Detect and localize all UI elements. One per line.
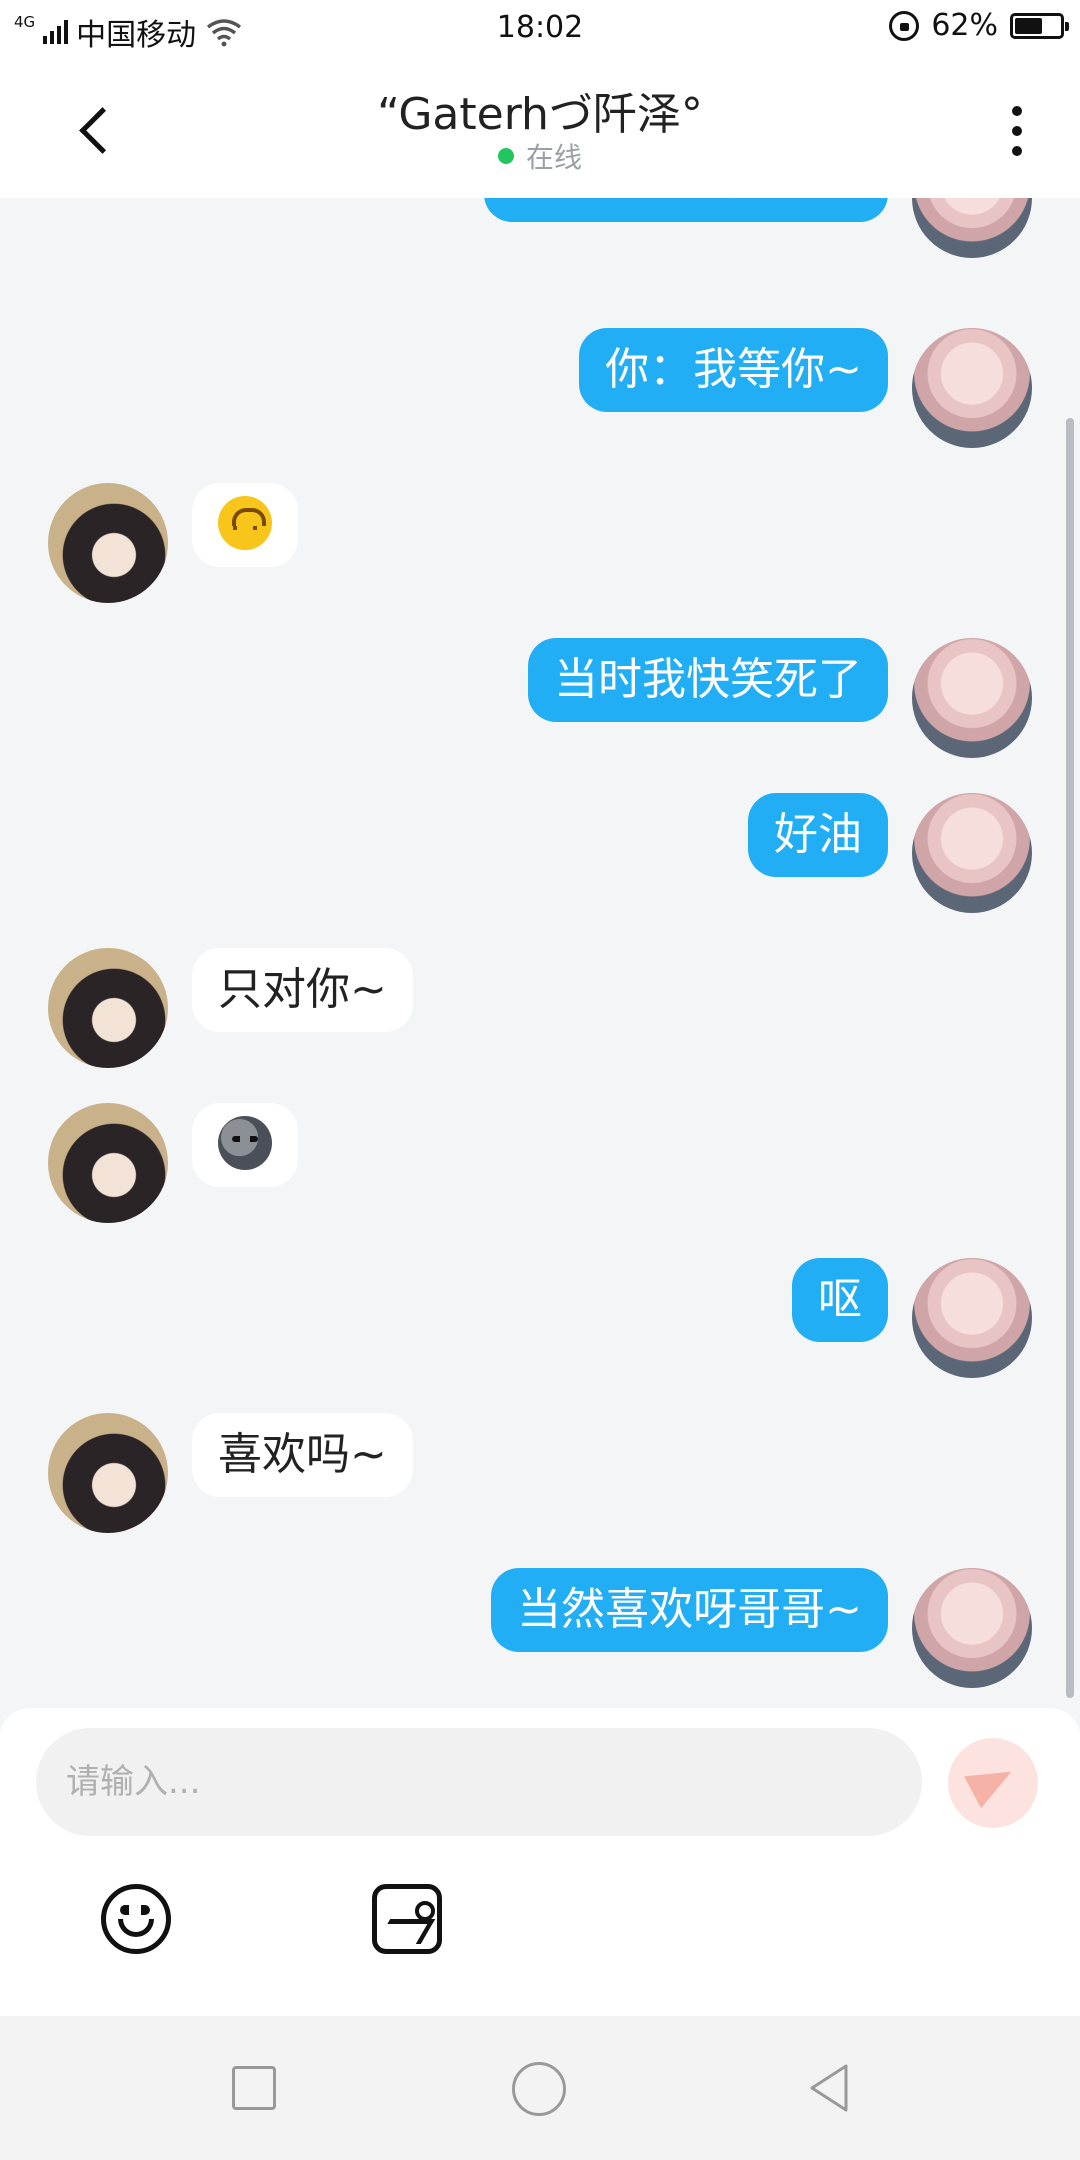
status-bar: 4G 中国移动 18:02 62% <box>0 0 1080 56</box>
contact-avatar[interactable] <box>48 1413 168 1533</box>
message-bubble[interactable]: 好油 <box>748 793 888 877</box>
online-dot-icon <box>497 148 514 164</box>
my-avatar[interactable] <box>912 1568 1032 1688</box>
contact-name: “Gaterhづ阡泽° <box>377 89 703 140</box>
new-moon-face-icon <box>218 1116 272 1170</box>
online-status: 在线 <box>0 136 1080 176</box>
rotation-lock-icon <box>889 10 920 41</box>
message-bubble[interactable]: 当时我快笑死了 <box>528 638 888 722</box>
status-right: 62% <box>889 8 1069 43</box>
my-avatar[interactable] <box>912 328 1032 448</box>
my-avatar[interactable] <box>912 638 1032 758</box>
emoji-icon[interactable] <box>101 1884 171 1954</box>
message-row: 好油 <box>0 793 1080 923</box>
input-panel: 请输入... <box>0 1708 1080 2016</box>
message-bubble[interactable]: 当然喜欢呀哥哥~ <box>491 1568 888 1652</box>
system-nav-bar <box>0 2016 1080 2160</box>
message-bubble[interactable] <box>192 1103 298 1187</box>
battery-percent: 62% <box>931 8 998 43</box>
message-bubble[interactable]: 我：我好想力了你 <box>484 198 888 222</box>
send-button[interactable] <box>948 1738 1038 1828</box>
message-row: 当时我快笑死了 <box>0 638 1080 768</box>
image-icon[interactable] <box>372 1884 442 1954</box>
message-input[interactable]: 请输入... <box>36 1728 922 1836</box>
message-row: 呕 <box>0 1258 1080 1388</box>
message-bubble[interactable]: 喜欢吗~ <box>192 1413 413 1497</box>
battery-fill <box>1015 17 1043 34</box>
back-triangle-icon[interactable] <box>806 2062 854 2114</box>
message-row: 我：我好想力了你 <box>0 198 1080 268</box>
chat-header: “Gaterhづ阡泽° 在线 <box>0 56 1080 198</box>
online-status-label: 在线 <box>525 141 582 174</box>
home-icon[interactable] <box>512 2062 566 2116</box>
contact-avatar[interactable] <box>48 483 168 603</box>
contact-avatar[interactable] <box>48 948 168 1068</box>
more-menu-button[interactable] <box>992 96 1042 166</box>
message-bubble[interactable]: 你：我等你~ <box>579 328 888 412</box>
my-avatar[interactable] <box>912 198 1032 258</box>
contact-avatar[interactable] <box>48 1103 168 1223</box>
message-row: 只对你~ <box>0 948 1080 1078</box>
scrollbar[interactable] <box>1066 418 1074 1698</box>
message-row <box>0 483 1080 613</box>
message-row: 喜欢吗~ <box>0 1413 1080 1543</box>
upside-down-face-icon <box>218 496 272 550</box>
message-row <box>0 1103 1080 1233</box>
message-bubble[interactable] <box>192 483 298 567</box>
my-avatar[interactable] <box>912 793 1032 913</box>
my-avatar[interactable] <box>912 1258 1032 1378</box>
message-row: 你：我等你~ <box>0 328 1080 458</box>
message-bubble[interactable]: 只对你~ <box>192 948 413 1032</box>
recent-apps-icon[interactable] <box>232 2066 276 2110</box>
message-bubble[interactable]: 呕 <box>792 1258 888 1342</box>
message-row: 当然喜欢呀哥哥~ <box>0 1568 1080 1698</box>
battery-icon <box>1010 12 1069 39</box>
message-list[interactable]: 我：我好想力了你 你：我等你~ 当时我快笑死了 好油 只对你~ 呕 喜欢吗~ 当… <box>0 198 1080 1708</box>
